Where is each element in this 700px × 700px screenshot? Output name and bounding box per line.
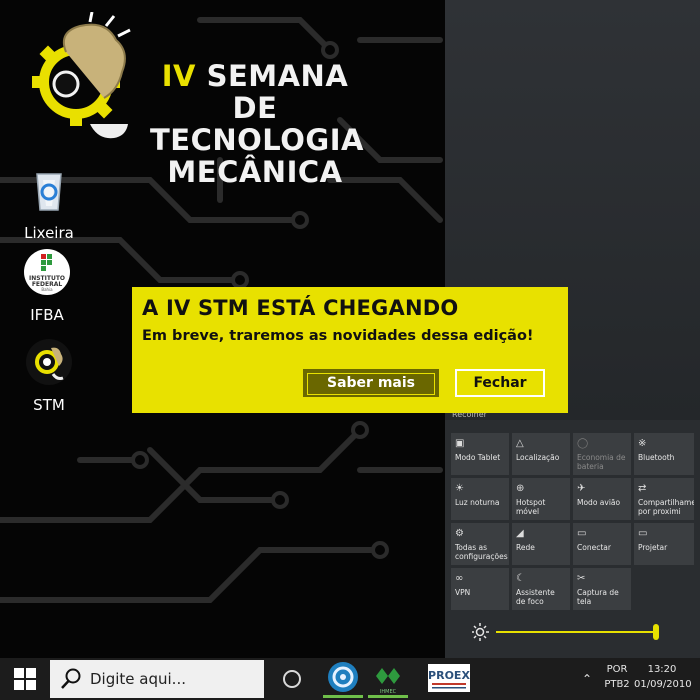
tablet-mode-icon: ▣ [455, 438, 465, 449]
search-icon [61, 668, 81, 689]
tile-modo-aviao[interactable]: ✈ Modo avião [573, 478, 631, 520]
tile-rede[interactable]: ◢ Rede [512, 523, 570, 565]
show-hidden-icons-chevron-icon[interactable]: ⌃ [582, 672, 592, 686]
stm-app-icon [328, 662, 358, 692]
tile-label: Bluetooth [638, 453, 675, 462]
ihmec-app-icon: IHMEC [376, 668, 400, 695]
dialog-message: Em breve, traremos as novidades dessa ed… [142, 328, 534, 344]
taskbar-clock[interactable]: 13:20 01/09/2010 [634, 662, 692, 692]
event-logo: IV SEMANA DE TECNOLOGIA MECÂNICA [18, 12, 363, 188]
instituto-federal-icon: INSTITUTO FEDERAL Bahia [24, 249, 70, 295]
title-line3: MECÂNICA [167, 155, 343, 189]
tile-bluetooth[interactable]: ※ Bluetooth [634, 433, 694, 475]
clock-date: 01/09/2010 [634, 679, 692, 690]
tile-label: VPN [455, 588, 471, 597]
tile-label: Modo avião [577, 498, 621, 507]
proex-label: PROEX [428, 669, 470, 682]
brightness-slider-thumb[interactable] [653, 624, 659, 640]
search-placeholder: Digite aqui... [90, 670, 186, 688]
connect-icon: ▭ [577, 528, 587, 539]
desktop-icon-ifba[interactable]: INSTITUTO FEDERAL Bahia IFBA [11, 248, 83, 324]
title-line1: SEMANA DE [206, 59, 349, 125]
taskbar: Digite aqui... IHMEC PROEX ⌃ POR PTB2 13… [0, 658, 700, 700]
mobile-hotspot-icon: ⊕ [516, 483, 525, 494]
event-title: IV SEMANA DE TECNOLOGIA MECÂNICA [150, 59, 364, 189]
tile-label: Hotspot móvel [516, 498, 546, 516]
cortana-icon[interactable] [283, 670, 301, 688]
tile-conectar[interactable]: ▭ Conectar [573, 523, 631, 565]
proex-app-icon: PROEX [428, 664, 470, 692]
input-language-indicator[interactable]: POR PTB2 [602, 662, 632, 692]
tile-todas-configuracoes[interactable]: ⚙ Todas as configurações [451, 523, 509, 565]
clock-time: 13:20 [647, 664, 677, 675]
gear-brain-bulb-icon [32, 12, 131, 139]
screen-snip-icon: ✂ [577, 573, 586, 584]
vpn-icon: ∞ [455, 573, 464, 584]
tile-assistente-foco[interactable]: ☾ Assistente de foco [512, 568, 570, 610]
focus-assist-icon: ☾ [516, 573, 525, 584]
recycle-bin-icon [36, 173, 62, 211]
battery-saver-icon: ◯ [577, 438, 589, 449]
tile-projetar[interactable]: ▭ Projetar [634, 523, 694, 565]
tile-label: Luz noturna [455, 498, 500, 507]
settings-gear-icon: ⚙ [455, 528, 464, 539]
saber-mais-button[interactable]: Saber mais [303, 369, 439, 397]
tile-modo-tablet[interactable]: ▣ Modo Tablet [451, 433, 509, 475]
brightness-fill [496, 631, 658, 633]
title-line2: TECNOLOGIA [150, 123, 364, 157]
brightness-sun-icon [472, 623, 489, 641]
tile-vpn[interactable]: ∞ VPN [451, 568, 509, 610]
tile-label: Modo Tablet [455, 453, 501, 462]
tile-luz-noturna[interactable]: ☀ Luz noturna [451, 478, 509, 520]
taskbar-app-proex[interactable]: PROEX [426, 660, 472, 698]
desktop-icon-label: IFBA [30, 306, 64, 324]
tile-label: Projetar [638, 543, 668, 552]
project-icon: ▭ [638, 528, 648, 539]
fechar-button[interactable]: Fechar [455, 369, 545, 397]
taskbar-app-stm[interactable] [323, 660, 363, 698]
airplane-icon: ✈ [577, 483, 586, 494]
tile-compartilhamento[interactable]: ⇄ Compartilhamento por proximi [634, 478, 694, 520]
tile-captura-tela[interactable]: ✂ Captura de tela [573, 568, 631, 610]
tile-label: Conectar [577, 543, 611, 552]
tile-label: Compartilhamento por proximi [638, 498, 694, 516]
windows-start-icon[interactable] [14, 668, 36, 690]
brightness-control[interactable] [472, 622, 672, 642]
ifba-badge-line3: Bahia [41, 287, 53, 292]
tile-localizacao[interactable]: △ Localização [512, 433, 570, 475]
location-icon: △ [516, 438, 524, 449]
stm-gear-bulb-icon [26, 339, 72, 385]
keyboard-layout: PTB2 [604, 679, 630, 690]
tile-label: Assistente de foco [516, 588, 555, 606]
saber-mais-label: Saber mais [307, 373, 435, 395]
dialog-title: A IV STM ESTÁ CHEGANDO [142, 296, 459, 320]
title-accent: IV [161, 59, 196, 93]
tile-label: Captura de tela [577, 588, 619, 606]
desktop-icon-lixeira[interactable]: Lixeira [13, 166, 85, 242]
language-code: POR [606, 664, 628, 675]
desktop-icon-label: STM [33, 396, 65, 414]
desktop-icon-label: Lixeira [24, 224, 74, 242]
night-light-icon: ☀ [455, 483, 464, 494]
bluetooth-icon: ※ [638, 438, 647, 449]
tile-label: Localização [516, 453, 560, 462]
desktop-icon-stm[interactable]: STM [13, 338, 85, 414]
taskbar-app-ihmec[interactable]: IHMEC [368, 660, 408, 698]
tile-label: Economia de bateria [577, 453, 626, 471]
tile-label: Todas as configurações [455, 543, 508, 561]
ihmec-label: IHMEC [380, 689, 397, 695]
tile-label: Rede [516, 543, 535, 552]
network-icon: ◢ [516, 528, 524, 539]
nearby-sharing-icon: ⇄ [638, 483, 647, 494]
tile-hotspot-movel[interactable]: ⊕ Hotspot móvel [512, 478, 570, 520]
taskbar-search-box[interactable]: Digite aqui... [50, 660, 264, 698]
tile-economia-bateria[interactable]: ◯ Economia de bateria [573, 433, 631, 475]
announcement-dialog: A IV STM ESTÁ CHEGANDO Em breve, traremo… [132, 287, 568, 413]
